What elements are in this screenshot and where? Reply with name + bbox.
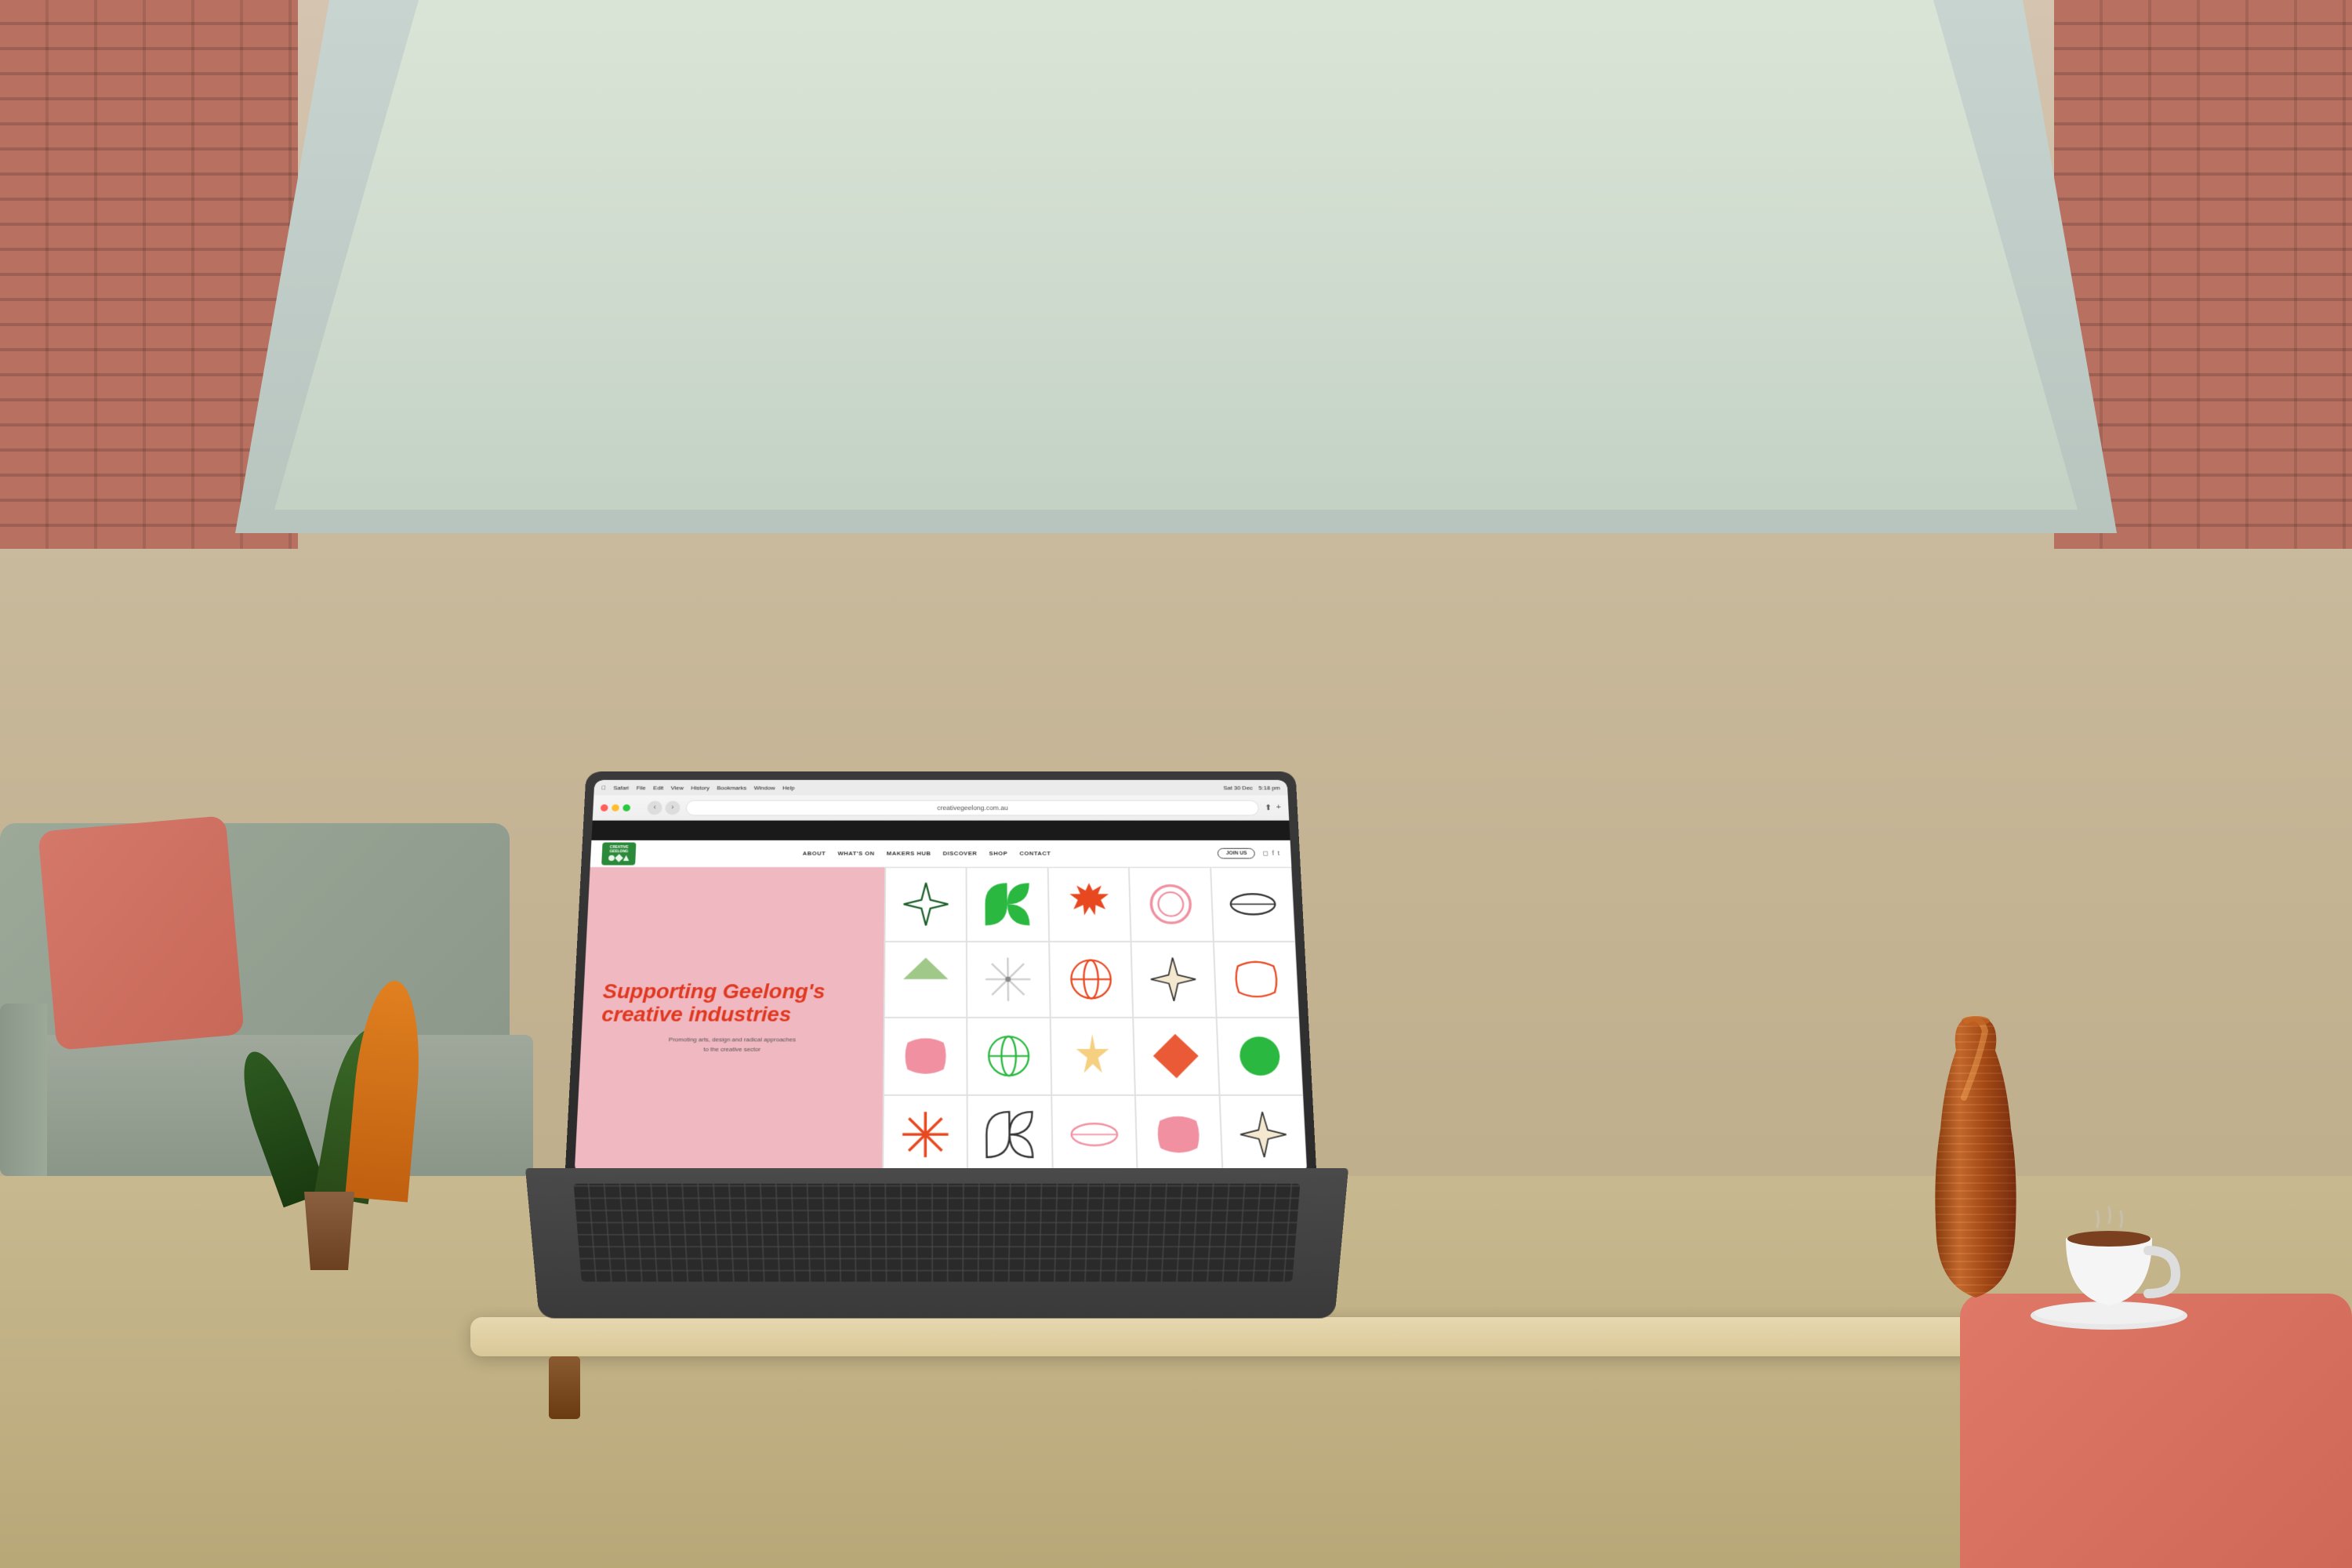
hero-left-panel: Supporting Geelong'screative industries … [575, 867, 885, 1174]
grid-cell-4-1 [883, 1095, 967, 1174]
instagram-icon[interactable]: ◻ [1262, 850, 1269, 858]
plant-leaf [345, 978, 426, 1203]
grid-cell-1-4 [1129, 867, 1213, 942]
hero-title: Supporting Geelong'screative industries [601, 981, 865, 1026]
grid-cell-4-5 [1219, 1095, 1307, 1174]
close-button[interactable] [601, 804, 608, 811]
table-leg-left [549, 1356, 580, 1419]
logo-shape-diamond [615, 854, 623, 862]
view-menu[interactable]: View [671, 785, 684, 791]
logo-text: CREATIVEGEELONG [609, 846, 628, 854]
grid-cell-2-3 [1049, 942, 1133, 1018]
laptop-screen-bezel:  Safari File Edit View History Bookmark… [575, 780, 1308, 1174]
edit-menu[interactable]: Edit [653, 785, 663, 791]
macos-topbar:  Safari File Edit View History Bookmark… [593, 780, 1287, 796]
history-menu[interactable]: History [691, 785, 710, 791]
site-navigation: CREATIVEGEELONG ABOUT WHAT'S ON MAKERS H… [590, 840, 1292, 867]
sofa-arm [0, 1004, 47, 1176]
browser-toolbar: ‹ › creativegeelong.com.au ⬆ + [593, 795, 1290, 820]
facebook-icon[interactable]: f [1272, 850, 1274, 858]
laptop-screen:  Safari File Edit View History Bookmark… [575, 780, 1308, 1174]
nav-makers-hub[interactable]: MAKERS HUB [887, 850, 931, 856]
nav-shop[interactable]: SHOP [989, 850, 1008, 856]
forward-button[interactable]: › [665, 800, 681, 815]
new-tab-icon[interactable]: + [1276, 803, 1282, 812]
grid-cell-2-5 [1213, 942, 1299, 1018]
nav-whats-on[interactable]: WHAT'S ON [837, 850, 874, 856]
share-icon[interactable]: ⬆ [1265, 803, 1272, 812]
grid-cell-3-1 [884, 1018, 967, 1095]
safari-menu[interactable]: Safari [613, 785, 629, 791]
back-button[interactable]: ‹ [647, 800, 662, 815]
twitter-icon[interactable]: t [1277, 850, 1279, 858]
laptop:  Safari File Edit View History Bookmark… [525, 792, 1348, 1325]
plant [235, 964, 423, 1200]
join-us-button[interactable]: JOIN US [1218, 848, 1255, 859]
browser-actions: ⬆ + [1265, 803, 1281, 812]
laptop-screen-housing:  Safari File Edit View History Bookmark… [564, 771, 1317, 1184]
nav-about[interactable]: ABOUT [803, 850, 826, 856]
chair-bottom-right [1960, 1294, 2352, 1568]
help-menu[interactable]: Help [782, 785, 795, 791]
date-display: Sat 30 Dec [1223, 785, 1253, 791]
grid-cell-2-2 [967, 942, 1050, 1018]
logo-shape-circle [608, 855, 615, 861]
grid-cell-1-2 [967, 867, 1049, 942]
grid-cell-4-4 [1135, 1095, 1222, 1174]
browser-nav-buttons: ‹ › [647, 800, 680, 815]
logo-icon-shapes [608, 855, 630, 861]
grid-cell-4-2 [967, 1095, 1053, 1174]
minimize-button[interactable] [612, 804, 619, 811]
laptop-base [525, 1168, 1348, 1318]
plant-leaf [230, 1044, 328, 1207]
macos-menu-left:  Safari File Edit View History Bookmark… [601, 785, 794, 791]
macos-status-right: Sat 30 Dec 5:18 pm [1223, 785, 1280, 791]
window-light [274, 0, 2078, 510]
bookmarks-menu[interactable]: Bookmarks [717, 785, 746, 791]
grid-cell-1-3 [1048, 867, 1131, 942]
grid-cell-3-4 [1133, 1018, 1219, 1095]
keyboard-keys [574, 1184, 1301, 1282]
laptop-keyboard [574, 1184, 1301, 1282]
window-controls [601, 804, 630, 811]
window-menu[interactable]: Window [754, 785, 775, 791]
grid-cell-1-1 [885, 867, 967, 942]
grid-cell-1-5 [1210, 867, 1295, 942]
grid-cell-3-3 [1051, 1018, 1136, 1095]
nav-links: ABOUT WHAT'S ON MAKERS HUB DISCOVER SHOP… [803, 850, 1051, 856]
file-menu[interactable]: File [636, 785, 646, 791]
logo-shape-triangle [623, 855, 630, 861]
grid-cell-4-3 [1051, 1095, 1138, 1174]
grid-cell-3-5 [1216, 1018, 1303, 1095]
hero-subtitle: Promoting arts, design and radical appro… [600, 1036, 864, 1055]
site-logo[interactable]: CREATIVEGEELONG [601, 842, 636, 865]
pillow [38, 815, 244, 1051]
apple-menu[interactable]:  [601, 785, 606, 791]
grid-cell-3-2 [967, 1018, 1051, 1095]
address-bar[interactable]: creativegeelong.com.au [686, 800, 1260, 815]
vase [1897, 1004, 2070, 1333]
nav-contact[interactable]: CONTACT [1019, 850, 1051, 856]
hero-grid-panel [882, 867, 1307, 1174]
grid-cell-2-4 [1131, 942, 1217, 1018]
grid-cell-2-1 [884, 942, 967, 1018]
nav-discover[interactable]: DISCOVER [943, 850, 978, 856]
nav-right-section: JOIN US ◻ f t [1218, 848, 1279, 859]
url-text: creativegeelong.com.au [937, 804, 1008, 811]
social-icons: ◻ f t [1262, 850, 1279, 858]
time-display: 5:18 pm [1258, 785, 1280, 791]
fullscreen-button[interactable] [622, 804, 630, 811]
hero-section: Supporting Geelong'screative industries … [575, 867, 1308, 1174]
